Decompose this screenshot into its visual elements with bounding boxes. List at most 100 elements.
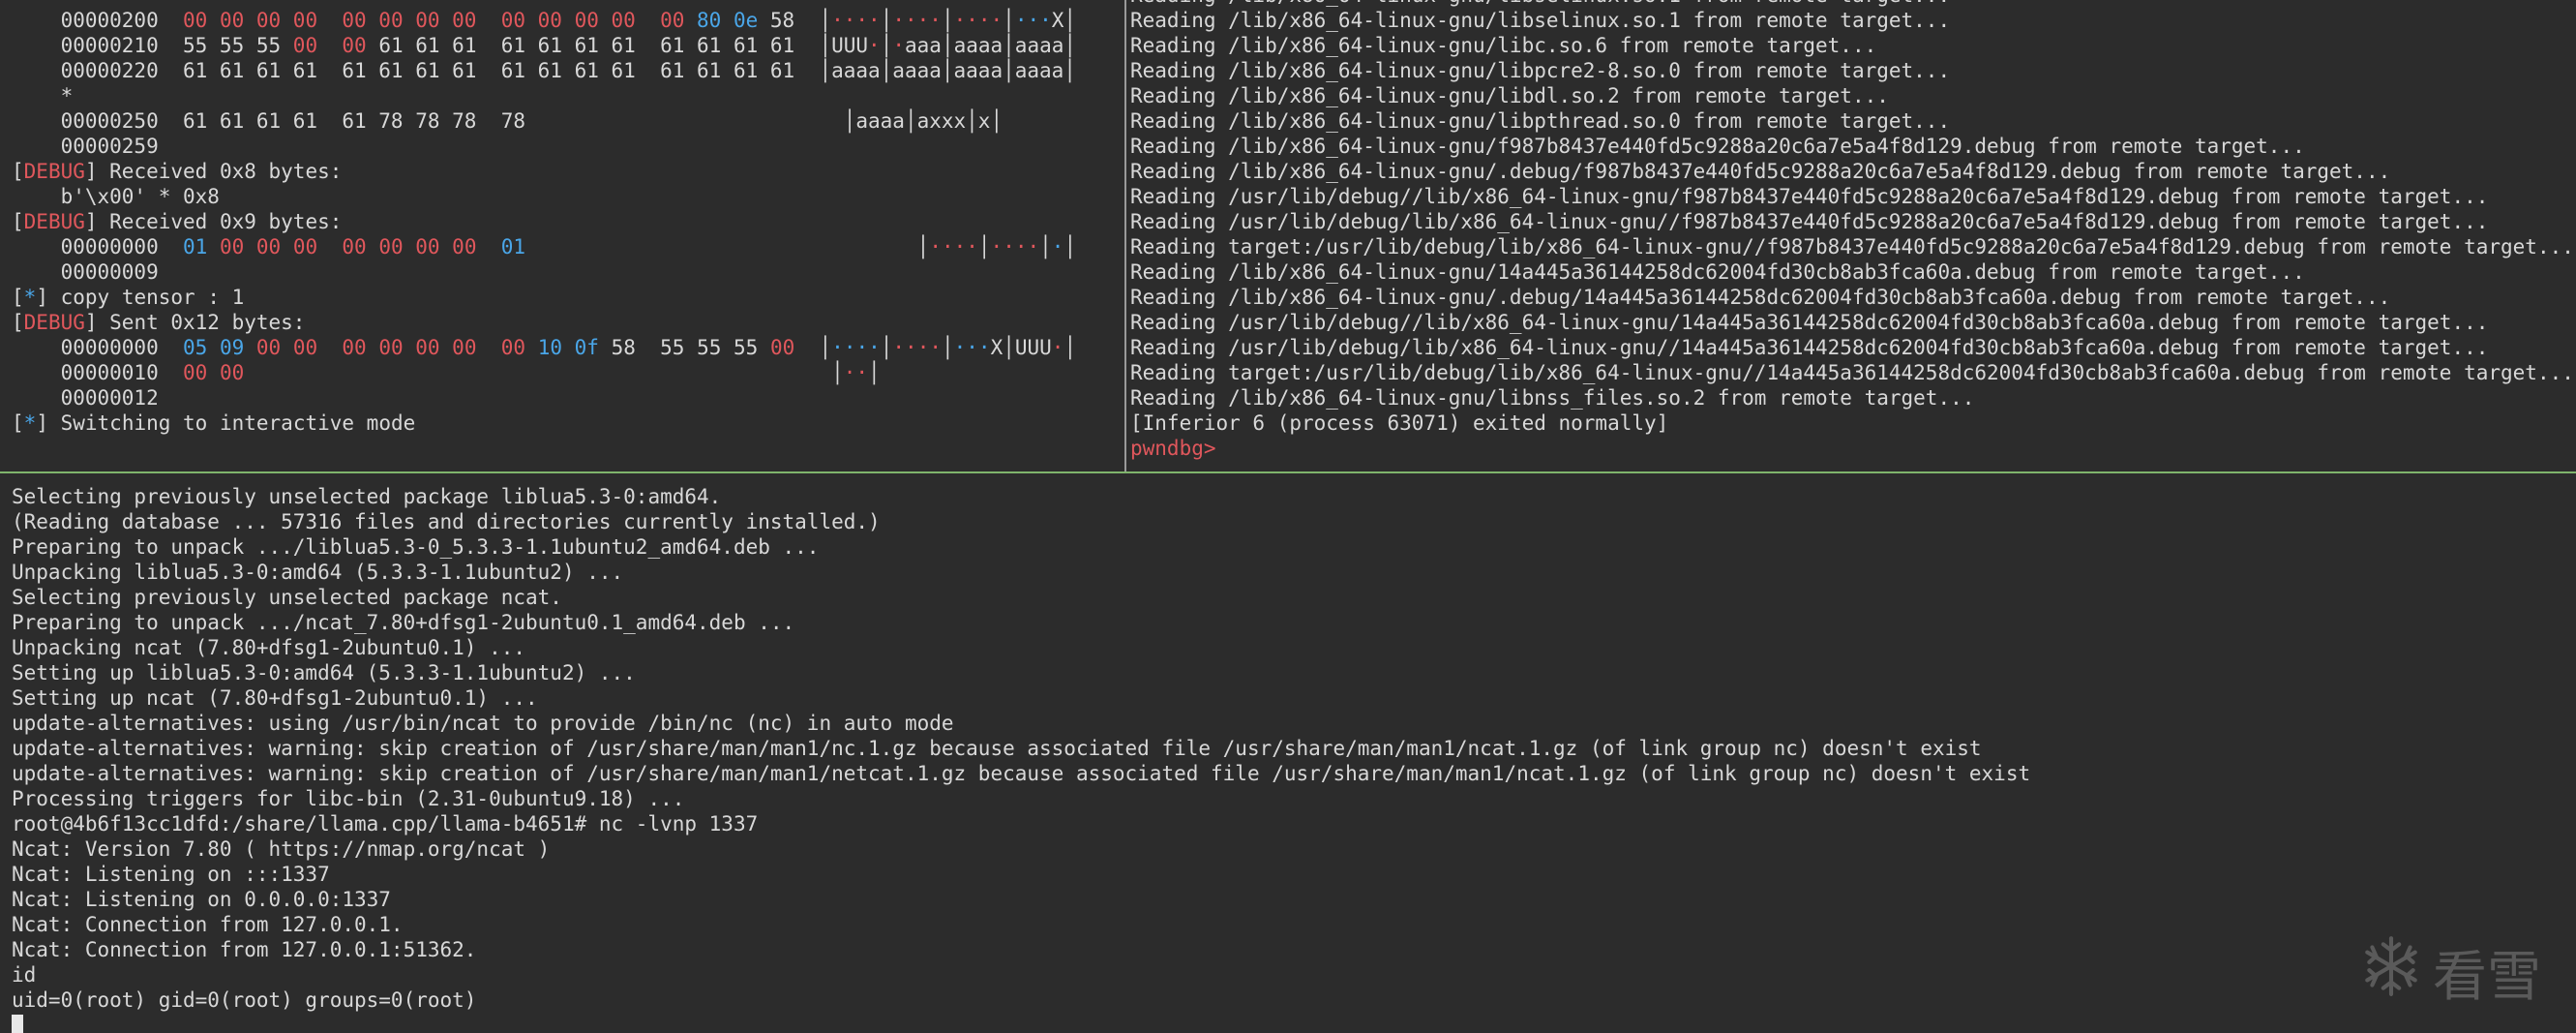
hexdump-line: 00000250 61 61 61 61 61 78 78 78 78 │aaa…	[12, 108, 1123, 134]
shell-output-line: Processing triggers for libc-bin (2.31-0…	[12, 787, 685, 810]
gdb-output-line: Reading /lib/x86_64-linux-gnu/libc.so.6 …	[1130, 34, 1877, 57]
hexdump-segment: │	[880, 336, 893, 359]
gdb-output-line: Reading /usr/lib/debug/lib/x86_64-linux-…	[1130, 336, 2489, 359]
hexdump-segment: │	[1063, 336, 1077, 359]
hexdump-segment: *	[23, 411, 37, 435]
hexdump-line: 00000000 01 00 00 00 00 00 00 00 01 │···…	[12, 234, 1123, 259]
hexdump-segment: ·	[1051, 235, 1064, 258]
hexdump-segment: │	[1003, 9, 1015, 32]
hexdump-segment: ····	[892, 9, 942, 32]
hexdump-segment: │	[794, 336, 832, 359]
hexdump-segment: │	[244, 361, 844, 384]
hexdump-segment: ·	[868, 34, 881, 57]
hexdump-segment: 00 00 00 00 00 00 00 00 00 00 00 00 00	[183, 9, 698, 32]
pane-pwndbg-output[interactable]: Reading /lib/x86_64-linux-gnu/libselinux…	[1130, 0, 2576, 471]
hexdump-segment: 00000220 61 61 61 61 61 61 61 61 61 61 6…	[12, 59, 1076, 82]
shell-output-line: id	[12, 963, 37, 987]
shell-output-line: Unpacking ncat (7.80+dfsg1-2ubuntu0.1) .…	[12, 636, 526, 659]
hexdump-segment: *	[23, 286, 37, 309]
hexdump-segment: ··	[843, 361, 869, 384]
hexdump-line: b'\x00' * 0x8	[12, 184, 1123, 209]
hexdump-segment: 58	[758, 9, 820, 32]
hexdump-segment: X│UUU	[990, 336, 1052, 359]
hexdump-segment: DEBUG	[23, 311, 85, 334]
shell-output-line: Preparing to unpack .../ncat_7.80+dfsg1-…	[12, 611, 795, 634]
hexdump-segment: │	[1063, 235, 1077, 258]
shell-output-line: Unpacking liblua5.3-0:amd64 (5.3.3-1.1ub…	[12, 561, 624, 584]
shell-output-line: (Reading database ... 57316 files and di…	[12, 510, 881, 533]
shell-output-line: Selecting previously unselected package …	[12, 485, 722, 508]
hexdump-segment: 58 55 55 55	[598, 336, 770, 359]
hexdump-segment: DEBUG	[23, 160, 85, 183]
hexdump-segment: [	[12, 411, 24, 435]
hexdump-line: 00000009	[12, 259, 1123, 285]
hexdump-line: 00000200 00 00 00 00 00 00 00 00 00 00 0…	[12, 8, 1123, 33]
pane-divider-horizontal[interactable]	[0, 471, 2576, 473]
hexdump-segment: aaa│aaaa│aaaa│	[905, 34, 1077, 57]
shell-output-line: Setting up ncat (7.80+dfsg1-2ubuntu0.1) …	[12, 686, 538, 710]
watermark-text: 看雪	[2433, 946, 2541, 1009]
hexdump-segment: │	[977, 235, 991, 258]
hexdump-segment: DEBUG	[23, 210, 85, 233]
hexdump-segment: 00 00	[292, 34, 379, 57]
hexdump-segment: 00000250 61 61 61 61 61 78 78 78 78 │aaa…	[12, 109, 1003, 133]
text-cursor[interactable]	[12, 1015, 23, 1033]
pwndbg-prompt[interactable]: pwndbg>	[1130, 436, 2576, 461]
terminal-window[interactable]: 00000200 00 00 00 00 00 00 00 00 00 00 0…	[0, 0, 2576, 1033]
gdb-output-line: Reading /lib/x86_64-linux-gnu/libpthread…	[1130, 109, 1951, 133]
pane-divider-vertical[interactable]	[1124, 0, 1126, 471]
hexdump-segment: ···	[953, 336, 991, 359]
hexdump-segment: 61 61 61 61 61 61 61 61 61 61 61 │UUU	[378, 34, 869, 57]
shell-output-line: Ncat: Listening on 0.0.0.0:1337	[12, 888, 391, 911]
hexdump-segment: ] Switching to interactive mode	[36, 411, 416, 435]
hexdump-segment: │	[941, 9, 954, 32]
hexdump-line: 00000012	[12, 385, 1123, 410]
hexdump-line: [DEBUG] Received 0x8 bytes:	[12, 159, 1123, 184]
hexdump-segment: │	[868, 361, 881, 384]
hexdump-segment: ·	[892, 34, 906, 57]
hexdump-segment: 00000000	[12, 235, 184, 258]
shell-output-line: Preparing to unpack .../liblua5.3-0_5.3.…	[12, 535, 820, 559]
shell-output-line: update-alternatives: warning: skip creat…	[12, 762, 2031, 785]
gdb-output-line: Reading /lib/x86_64-linux-gnu/libpcre2-8…	[1130, 59, 1951, 82]
hexdump-line: 00000210 55 55 55 00 00 61 61 61 61 61 6…	[12, 33, 1123, 58]
hexdump-segment: [	[12, 311, 24, 334]
shell-input-line[interactable]	[12, 1013, 2576, 1033]
hexdump-segment: ····	[953, 9, 1003, 32]
gdb-output-line: Reading target:/usr/lib/debug/lib/x86_64…	[1130, 235, 2574, 258]
hexdump-segment: 00000259	[12, 135, 159, 158]
hexdump-line: 00000220 61 61 61 61 61 61 61 61 61 61 6…	[12, 58, 1123, 83]
hexdump-segment: 01	[183, 235, 208, 258]
hexdump-line: 00000259	[12, 134, 1123, 159]
gdb-output-line: Reading /usr/lib/debug//lib/x86_64-linux…	[1130, 311, 2489, 334]
hexdump-segment: 80 0e	[697, 9, 759, 32]
hexdump-segment: │	[1039, 235, 1052, 258]
pane-hexdump-output[interactable]: 00000200 00 00 00 00 00 00 00 00 00 00 0…	[12, 8, 1123, 471]
shell-output-line: update-alternatives: warning: skip creat…	[12, 737, 1982, 760]
hexdump-segment: │	[941, 336, 954, 359]
hexdump-segment: 10 0f	[537, 336, 599, 359]
hexdump-segment	[525, 336, 538, 359]
hexdump-segment: 00000012	[12, 386, 159, 410]
gdb-output-line: Reading /lib/x86_64-linux-gnu/.debug/f98…	[1130, 160, 2391, 183]
hexdump-line: [DEBUG] Sent 0x12 bytes:	[12, 310, 1123, 335]
gdb-output-line: Reading target:/usr/lib/debug/lib/x86_64…	[1130, 361, 2574, 384]
hexdump-segment: 00000210 55 55 55	[12, 34, 293, 57]
gdb-output-line: [Inferior 6 (process 63071) exited norma…	[1130, 411, 1669, 435]
hexdump-segment: [	[12, 210, 24, 233]
gdb-output-line: Reading /usr/lib/debug/lib/x86_64-linux-…	[1130, 210, 2489, 233]
pane-shell-output[interactable]: Selecting previously unselected package …	[12, 484, 2576, 1033]
hexdump-segment: ····	[831, 9, 881, 32]
gdb-output-line: Reading /lib/x86_64-linux-gnu/f987b8437e…	[1130, 135, 2305, 158]
gdb-output-line: Reading /usr/lib/debug//lib/x86_64-linux…	[1130, 185, 2489, 208]
hexdump-line: 00000000 05 09 00 00 00 00 00 00 00 10 0…	[12, 335, 1123, 360]
gdb-output-line: Reading /lib/x86_64-linux-gnu/libdl.so.2…	[1130, 84, 1889, 107]
shell-output-line: Selecting previously unselected package …	[12, 586, 562, 609]
hexdump-segment: ] Received 0x8 bytes:	[84, 160, 343, 183]
watermark: 看雪	[2359, 933, 2541, 1012]
shell-output-line: Ncat: Version 7.80 ( https://nmap.org/nc…	[12, 837, 551, 861]
hexdump-segment: ] copy tensor : 1	[36, 286, 245, 309]
hexdump-segment: │	[819, 9, 832, 32]
gdb-output-line: Reading /lib/x86_64-linux-gnu/.debug/14a…	[1130, 286, 2391, 309]
hexdump-segment: 00 00 00 00 00 00 00	[255, 336, 526, 359]
